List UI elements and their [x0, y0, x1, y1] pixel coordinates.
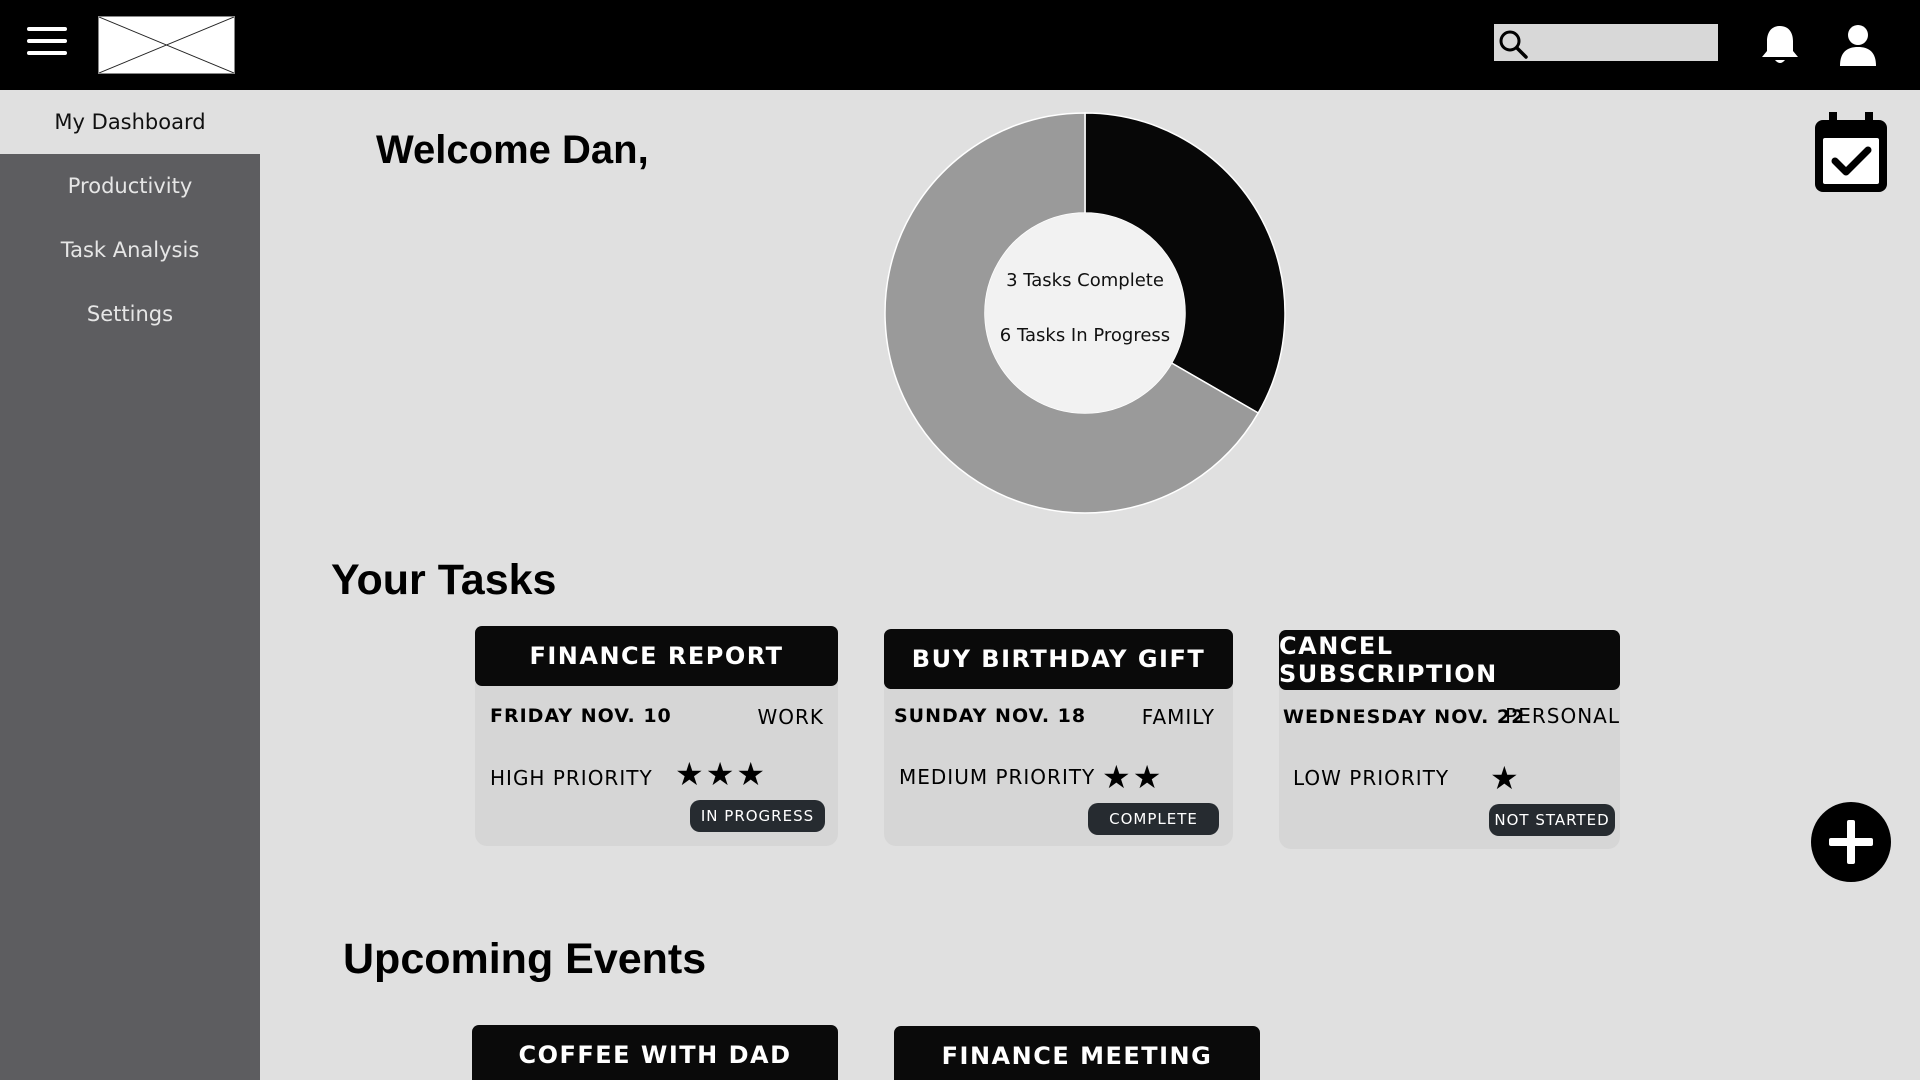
task-due-date: FRIDAY NOV. 10	[490, 705, 672, 727]
search-input[interactable]	[1532, 26, 1716, 59]
task-card-cancel-subscription[interactable]: CANCEL SUBSCRIPTION WEDNESDAY NOV. 22 PE…	[1279, 630, 1620, 849]
donut-chart-svg	[884, 112, 1286, 514]
priority-stars: ★	[1490, 759, 1521, 797]
tasks-in-progress-label: 6 Tasks In Progress	[999, 325, 1171, 346]
sidebar-item-my-dashboard[interactable]: My Dashboard	[0, 90, 260, 154]
status-badge[interactable]: IN PROGRESS	[690, 800, 825, 832]
donut-center	[985, 213, 1185, 413]
add-task-button[interactable]	[1811, 802, 1891, 882]
your-tasks-heading: Your Tasks	[331, 556, 557, 604]
task-category: FAMILY	[1141, 705, 1215, 729]
priority-stars: ★★★	[675, 755, 768, 793]
task-title[interactable]: BUY BIRTHDAY GIFT	[884, 629, 1233, 689]
task-priority: MEDIUM PRIORITY	[899, 765, 1096, 789]
tasks-complete-label: 3 Tasks Complete	[1006, 270, 1164, 291]
welcome-heading: Welcome Dan,	[376, 128, 649, 172]
status-badge[interactable]: NOT STARTED	[1489, 804, 1615, 836]
task-category: PERSONAL	[1505, 704, 1620, 728]
task-title[interactable]: FINANCE REPORT	[475, 626, 838, 686]
top-navigation-bar	[0, 0, 1920, 90]
task-title[interactable]: CANCEL SUBSCRIPTION	[1279, 630, 1620, 690]
task-category: WORK	[757, 705, 824, 729]
upcoming-events-heading: Upcoming Events	[343, 935, 707, 983]
task-card-buy-birthday-gift[interactable]: BUY BIRTHDAY GIFT SUNDAY NOV. 18 FAMILY …	[884, 629, 1233, 846]
task-card-finance-report[interactable]: FINANCE REPORT FRIDAY NOV. 10 WORK HIGH …	[475, 626, 838, 846]
user-icon[interactable]	[1835, 22, 1881, 68]
logo[interactable]	[98, 16, 235, 74]
task-due-date: SUNDAY NOV. 18	[894, 705, 1087, 727]
status-badge[interactable]: COMPLETE	[1088, 803, 1219, 835]
bell-icon[interactable]	[1757, 22, 1803, 68]
task-priority: LOW PRIORITY	[1293, 766, 1450, 790]
priority-stars: ★★	[1102, 758, 1164, 796]
search-icon[interactable]	[1497, 28, 1529, 60]
task-priority: HIGH PRIORITY	[490, 766, 653, 790]
hamburger-menu-icon[interactable]	[27, 27, 67, 59]
event-card-coffee-with-dad[interactable]: COFFEE WITH DAD	[472, 1025, 838, 1080]
sidebar-item-task-analysis[interactable]: Task Analysis	[0, 218, 260, 282]
sidebar: My Dashboard Productivity Task Analysis …	[0, 90, 260, 1080]
task-summary-donut-chart: 3 Tasks Complete 6 Tasks In Progress	[880, 108, 1290, 518]
event-card-finance-meeting[interactable]: FINANCE MEETING	[894, 1026, 1260, 1080]
task-due-date: WEDNESDAY NOV. 22	[1283, 706, 1526, 728]
sidebar-item-settings[interactable]: Settings	[0, 282, 260, 346]
calendar-check-icon[interactable]	[1813, 110, 1889, 194]
sidebar-item-productivity[interactable]: Productivity	[0, 154, 260, 218]
